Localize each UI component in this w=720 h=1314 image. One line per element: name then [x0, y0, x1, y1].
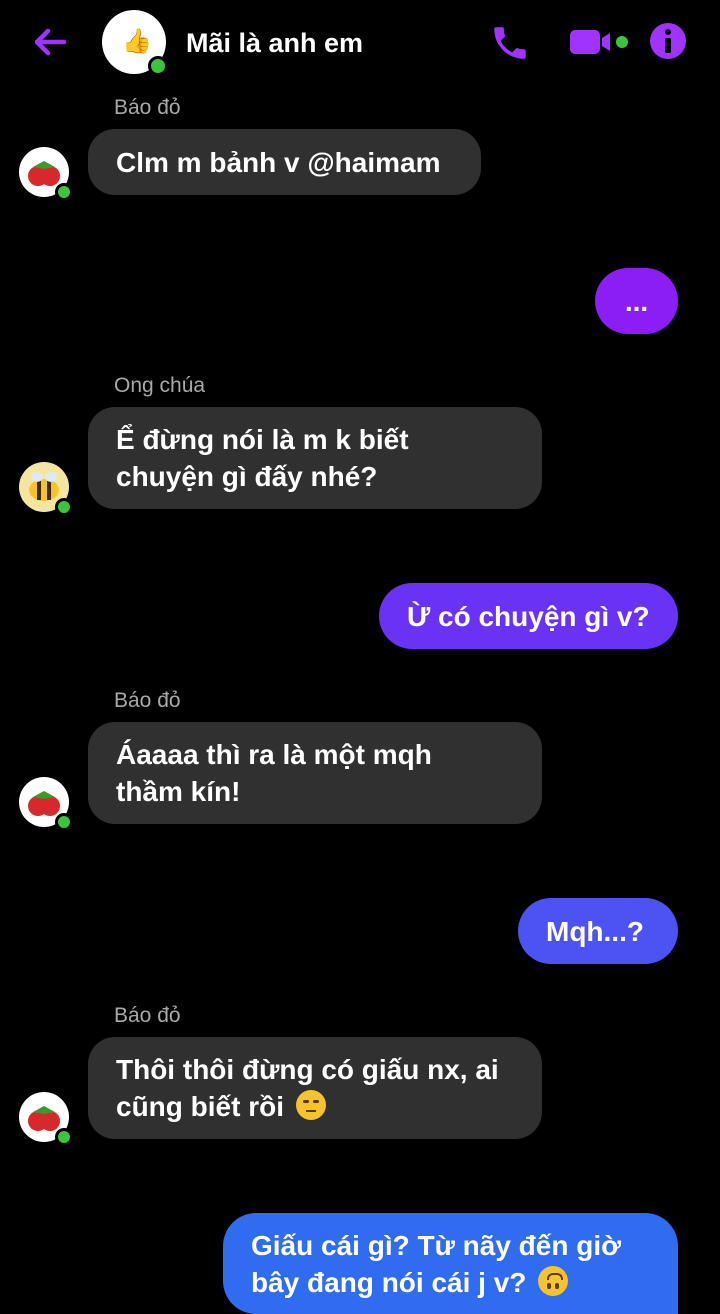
phone-icon[interactable]	[489, 22, 531, 64]
message-bubble-incoming[interactable]: Áaaaa thì ra là một mqh thầm kín!	[88, 722, 542, 824]
chat-title[interactable]: Mãi là anh em	[186, 26, 363, 60]
back-arrow-icon[interactable]	[30, 22, 70, 62]
avatar[interactable]	[19, 777, 73, 831]
chat-header: 👍 Mãi là anh em	[0, 0, 720, 84]
message-bubble-outgoing[interactable]: Mqh...?	[518, 898, 678, 964]
message-text-line: cũng biết rồi	[116, 1088, 326, 1125]
sender-name: Báo đỏ	[114, 96, 181, 119]
online-indicator	[148, 56, 168, 76]
group-avatar[interactable]: 👍	[102, 10, 168, 76]
online-indicator	[55, 1128, 73, 1146]
message-bubble-incoming[interactable]: Clm m bảnh v @haimam	[88, 129, 481, 195]
message-text: Mqh...?	[546, 915, 644, 947]
message-text-line: thầm kín!	[116, 776, 241, 807]
message-text: ...	[624, 285, 649, 317]
sender-name: Ong chúa	[114, 374, 206, 397]
message-text-line: Giấu cái gì? Từ nãy đến giờ	[251, 1229, 622, 1261]
online-indicator	[55, 813, 73, 831]
info-icon[interactable]	[648, 21, 688, 61]
message-text-line: Thôi thôi đừng có giấu nx, ai	[116, 1054, 499, 1085]
sender-name: Báo đỏ	[114, 1004, 181, 1027]
message-text-line: Áaaaa thì ra là một mqh	[116, 739, 432, 770]
message-text: Ừ có chuyện gì v?	[407, 600, 650, 632]
message-bubble-incoming[interactable]: Thôi thôi đừng có giấu nx, ai cũng biết …	[88, 1037, 542, 1139]
avatar[interactable]	[19, 147, 73, 201]
online-indicator	[55, 183, 73, 201]
unamused-face-emoji	[295, 1090, 326, 1120]
video-camera-icon[interactable]	[568, 26, 632, 58]
message-text-line: Ể đừng nói là m k biết	[116, 424, 409, 455]
message-bubble-incoming[interactable]: Ể đừng nói là m k biết chuyện gì đấy nhé…	[88, 407, 542, 509]
message-bubble-outgoing[interactable]: Giấu cái gì? Từ nãy đến giờ bây đang nói…	[223, 1213, 678, 1314]
online-indicator	[55, 498, 73, 516]
message-text-line: chuyện gì đấy nhé?	[116, 461, 378, 492]
thumbs-up-icon: 👍	[122, 28, 152, 55]
message-text: Clm m bảnh v @haimam	[116, 146, 441, 178]
avatar[interactable]	[19, 1092, 73, 1146]
message-text-line: bây đang nói cái j v?	[251, 1264, 569, 1301]
avatar[interactable]	[19, 462, 73, 516]
message-bubble-outgoing[interactable]: ...	[595, 268, 678, 334]
sender-name: Báo đỏ	[114, 689, 181, 712]
upside-down-face-emoji	[538, 1265, 569, 1296]
message-bubble-outgoing[interactable]: Ừ có chuyện gì v?	[379, 583, 678, 649]
